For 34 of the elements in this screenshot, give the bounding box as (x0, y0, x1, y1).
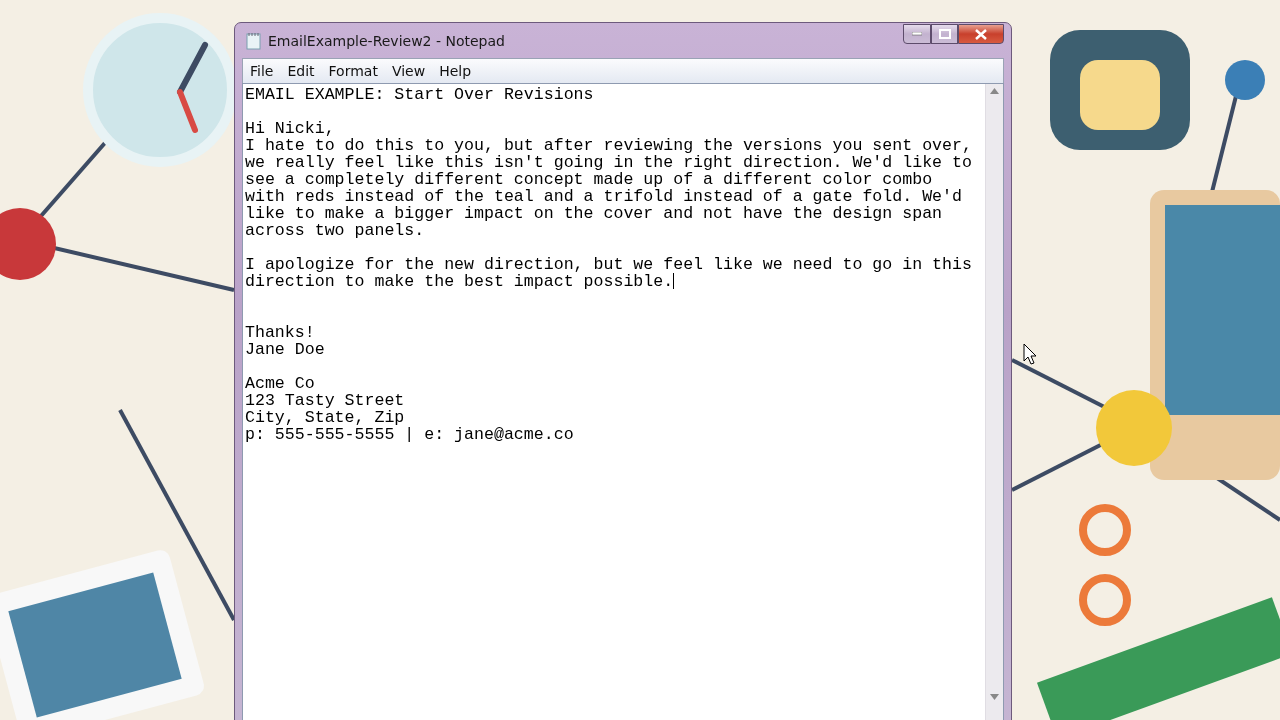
text-line: Hi Nicki, (245, 120, 336, 137)
scroll-up-arrow-icon[interactable] (990, 88, 999, 94)
menu-item[interactable]: File (243, 63, 281, 79)
text-line: like to make a bigger impact on the cover and not have the design span (245, 205, 944, 222)
ball-node (1225, 60, 1265, 100)
text-line: Acme Co (245, 375, 316, 392)
menu-item[interactable]: Help (432, 63, 479, 79)
text-line: across two panels. (245, 222, 426, 239)
mouse-pointer-icon (1023, 343, 1037, 365)
maximize-button[interactable] (931, 24, 958, 44)
text-line: I hate to do this to you, but after reviewing the versions you sent over, (245, 137, 973, 154)
menu-item[interactable]: Edit (280, 63, 322, 79)
maximize-icon (938, 29, 951, 39)
scroll-down-arrow-icon[interactable] (990, 694, 999, 700)
text-line: EMAIL EXAMPLE: Start Over Revisions (245, 86, 595, 103)
text-line: see a completely different concept made up of a different color combo (245, 171, 934, 188)
text-line: with reds instead of the teal and a trifold instead of a gate fold. We'd (245, 188, 963, 205)
minimize-button[interactable] (903, 24, 931, 44)
vertical-scrollbar[interactable] (985, 84, 1003, 720)
close-button[interactable] (958, 24, 1004, 44)
menu-item[interactable]: View (384, 63, 433, 79)
text-line: p: 555-555-5555 | e: jane@acme.co (245, 426, 575, 443)
close-icon (975, 28, 987, 40)
text-line: direction to make the best impact possible. (245, 273, 676, 290)
text-line: we really feel like this isn't going in the right direction. We'd like to (245, 154, 973, 171)
minimize-icon (912, 32, 922, 36)
text-line: I apologize for the new direction, but we feel like we need to go in this (245, 256, 973, 273)
notepad-icon (246, 31, 262, 50)
menu-item[interactable]: Format (321, 63, 385, 79)
window-title: EmailExample-Review2 - Notepad (268, 32, 506, 49)
text-line: Jane Doe (245, 341, 326, 358)
text-line: City, State, Zip (245, 409, 406, 426)
text-line: Thanks! (245, 324, 316, 341)
text-line: 123 Tasty Street (245, 392, 406, 409)
